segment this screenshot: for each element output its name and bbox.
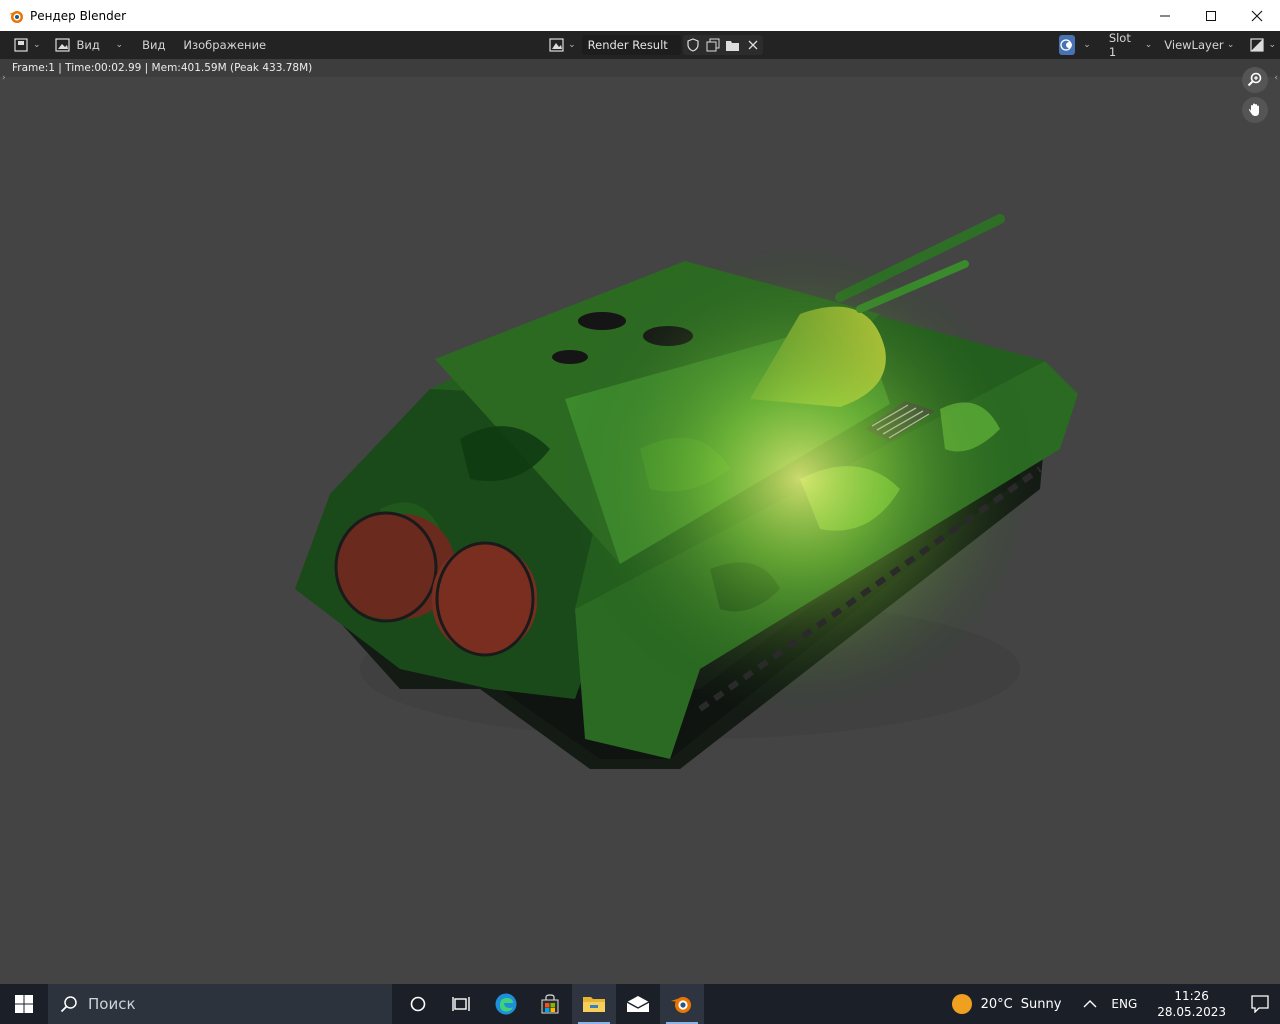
view-mode-dropdown[interactable]: Вид ⌄ xyxy=(51,35,128,55)
display-channels-dropdown[interactable]: ⌄ xyxy=(1246,35,1280,55)
menu-view[interactable]: Вид xyxy=(133,38,174,52)
browse-image-button[interactable]: ⌄ xyxy=(545,35,580,55)
image-actions xyxy=(682,35,763,55)
shield-icon xyxy=(686,38,699,52)
view-icon xyxy=(54,38,70,52)
windows-logo-icon xyxy=(15,995,33,1013)
render-result-image xyxy=(280,149,1100,789)
chevron-down-icon: ⌄ xyxy=(1268,40,1276,50)
fake-user-button[interactable] xyxy=(683,35,703,55)
open-image-button[interactable] xyxy=(723,35,743,55)
edge-browser-button[interactable] xyxy=(484,984,528,1024)
notifications-button[interactable] xyxy=(1240,984,1280,1024)
image-name-field[interactable]: Render Result xyxy=(581,35,681,55)
cortana-circle-icon xyxy=(410,996,426,1012)
search-placeholder: Поиск xyxy=(88,995,136,1013)
image-editor-icon xyxy=(14,38,28,52)
maximize-icon xyxy=(1206,10,1216,21)
notification-icon xyxy=(1251,995,1269,1013)
blender-logo-icon xyxy=(9,10,23,23)
image-icon xyxy=(549,38,564,52)
image-name: Render Result xyxy=(587,38,668,52)
view-layer-dropdown[interactable]: ViewLayer ⌄ xyxy=(1160,35,1238,55)
sun-icon xyxy=(951,994,972,1014)
task-view-icon xyxy=(452,997,470,1011)
overlays-dropdown-chevron-icon[interactable]: ⌄ xyxy=(1083,40,1091,50)
microsoft-store-button[interactable] xyxy=(528,984,572,1024)
unlink-image-button[interactable] xyxy=(743,35,763,55)
close-button[interactable] xyxy=(1234,0,1280,31)
cortana-button[interactable] xyxy=(396,984,440,1024)
blender-logo-icon xyxy=(671,997,691,1013)
blender-taskbar-button[interactable] xyxy=(660,984,704,1024)
window-titlebar: Рендер Blender xyxy=(0,0,1280,31)
clock-date: 28.05.2023 xyxy=(1157,1005,1226,1019)
maximize-button[interactable] xyxy=(1188,0,1234,31)
menu-image[interactable]: Изображение xyxy=(174,38,275,52)
zoom-view-button[interactable] xyxy=(1242,67,1268,93)
new-image-button[interactable] xyxy=(703,35,723,55)
weather-temp: 20°C xyxy=(980,996,1013,1012)
zoom-icon xyxy=(1247,72,1262,87)
image-editor-header: ⌄ Вид ⌄ Вид Изображение ⌄ Render Result xyxy=(0,31,1280,59)
chevron-down-icon: ⌄ xyxy=(33,40,41,50)
language-indicator[interactable]: ENG xyxy=(1111,997,1137,1011)
clock[interactable]: 11:26 28.05.2023 xyxy=(1157,988,1226,1020)
chevron-down-icon: ⌄ xyxy=(1144,40,1153,50)
folder-icon xyxy=(726,40,740,51)
window-title: Рендер Blender xyxy=(30,8,127,23)
duplicate-icon xyxy=(706,38,720,52)
editor-type-button[interactable]: ⌄ xyxy=(10,35,45,55)
clock-time: 11:26 xyxy=(1174,989,1209,1003)
view-layer-label: ViewLayer xyxy=(1164,38,1224,52)
image-viewport[interactable]: Frame:1 | Time:00:02.99 | Mem:401.59M (P… xyxy=(0,59,1280,984)
search-icon xyxy=(60,996,77,1013)
chevron-down-icon: ⌄ xyxy=(568,40,576,50)
display-channels-icon xyxy=(1250,38,1265,52)
minimize-icon xyxy=(1160,15,1170,16)
render-stats: Frame:1 | Time:00:02.99 | Mem:401.59M (P… xyxy=(12,62,313,74)
taskbar-search-box[interactable]: Поиск xyxy=(48,984,392,1024)
chevron-down-icon: ⌄ xyxy=(115,40,124,50)
slot-dropdown[interactable]: Slot 1 ⌄ xyxy=(1105,31,1156,59)
overlay-icon xyxy=(1060,39,1072,51)
sidebar-expand-arrow-icon[interactable]: ‹ xyxy=(1274,73,1278,83)
overlays-toggle[interactable] xyxy=(1058,35,1076,55)
close-icon xyxy=(748,40,758,50)
slot-label: Slot 1 xyxy=(1108,31,1131,59)
store-icon xyxy=(541,994,559,1014)
minimize-button[interactable] xyxy=(1142,0,1188,31)
folder-icon xyxy=(583,997,605,1012)
system-tray: 20°C Sunny ENG 11:26 28.05.2023 xyxy=(951,984,1280,1024)
toolbar-expand-arrow-icon[interactable]: › xyxy=(2,73,6,83)
weather-condition: Sunny xyxy=(1020,996,1062,1012)
windows-taskbar: Поиск 20°C Sunny ENG 11:26 28.05.2023 xyxy=(0,984,1280,1024)
mail-button[interactable] xyxy=(616,984,660,1024)
chevron-down-icon: ⌄ xyxy=(1226,40,1235,50)
file-explorer-button[interactable] xyxy=(572,984,616,1024)
chevron-up-icon[interactable] xyxy=(1083,999,1097,1009)
close-icon xyxy=(1251,10,1263,21)
view-mode-label: Вид xyxy=(76,38,100,52)
mail-icon xyxy=(626,996,650,1012)
edge-icon xyxy=(495,993,517,1015)
pan-view-button[interactable] xyxy=(1242,97,1268,123)
start-button[interactable] xyxy=(0,984,48,1024)
task-view-button[interactable] xyxy=(440,984,484,1024)
hand-icon xyxy=(1248,103,1259,116)
weather-widget[interactable]: 20°C Sunny xyxy=(951,994,1062,1014)
